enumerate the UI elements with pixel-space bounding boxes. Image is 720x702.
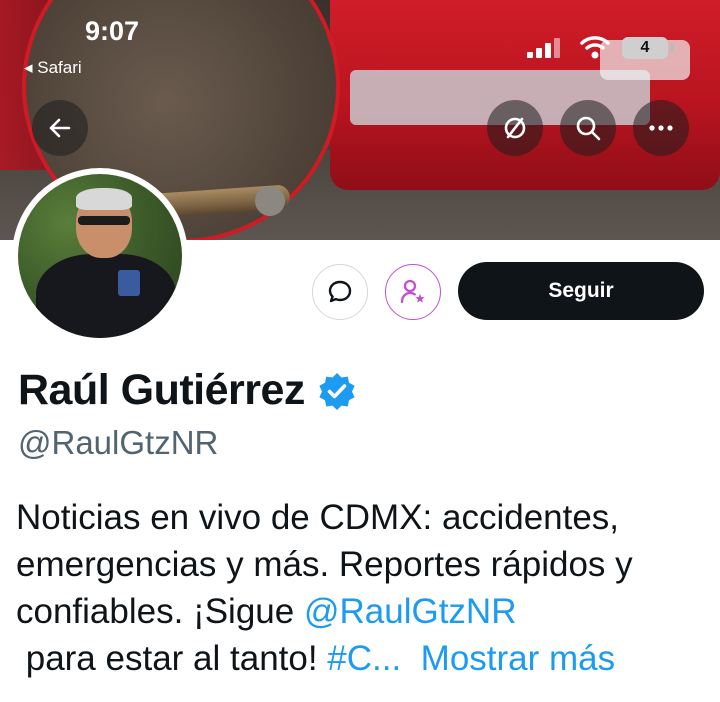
bio-line: confiables. ¡Sigue @RaulGtzNR [16,588,706,635]
profile-bio: Noticias en vivo de CDMX: accidentes, em… [16,494,706,682]
follow-button[interactable]: Seguir [458,262,704,320]
notifications-off-icon [504,117,526,139]
more-options-button[interactable] [633,100,689,156]
back-arrow-icon [49,118,71,138]
profile-avatar[interactable] [12,168,188,344]
show-more-link[interactable]: Mostrar más [421,639,615,678]
subscribe-button[interactable] [385,264,441,320]
profile-name: Raúl Gutiérrez [18,366,305,414]
bio-text: para estar al tanto! [16,639,328,678]
more-icon [649,125,673,131]
back-to-safari[interactable]: ◂ Safari [24,58,82,78]
bio-mention-link[interactable]: @RaulGtzNR [304,592,517,631]
avatar-glasses [78,216,130,225]
status-time: 9:07 [85,16,140,46]
bio-text: confiables. ¡Sigue [16,592,304,631]
avatar-badge [118,270,140,296]
bio-hashtag-link[interactable]: #C... [327,639,401,678]
search-button[interactable] [560,100,616,156]
avatar-hair [76,188,132,210]
message-bubble-icon [328,280,352,303]
battery-indicator: 4 [622,37,668,59]
wifi-icon [580,36,610,59]
cellular-signal-icon [527,38,563,58]
bio-line: emergencias y más. Reportes rápidos y [16,545,633,584]
bio-line: para estar al tanto! #C... Mostrar más [16,635,706,682]
battery-cap [670,43,674,52]
profile-handle: @RaulGtzNR [18,424,219,461]
avatar-photo [18,174,182,338]
verified-badge-icon[interactable] [317,371,357,411]
mute-notifications-button[interactable] [487,100,543,156]
avatar-jacket [36,254,176,338]
message-button[interactable] [312,264,368,320]
back-button[interactable] [32,100,88,156]
bio-line: Noticias en vivo de CDMX: accidentes, [16,498,620,537]
search-icon [576,116,601,141]
subscribe-user-star-icon [400,279,425,304]
profile-name-row: Raúl Gutiérrez [18,366,357,415]
